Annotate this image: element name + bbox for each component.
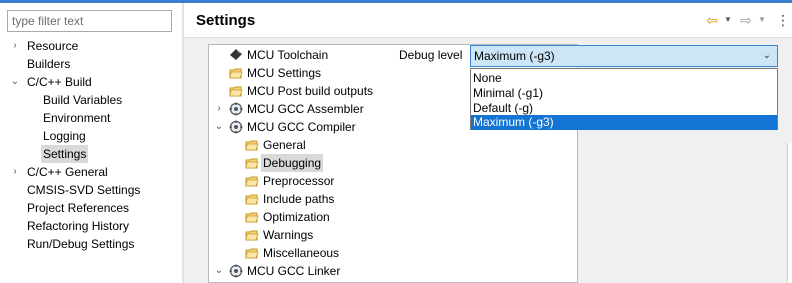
settings-folder-icon [245,212,259,223]
more-menu-icon[interactable]: ⋮ [776,12,790,28]
settings-folder-icon [229,86,243,97]
tool-gear-icon [229,102,243,116]
settings-folder-icon [245,140,259,151]
page-header: Settings ⇦ ▼ ⇨ ▼ ⋮ [184,3,792,38]
tree-item-label: MCU Settings [247,66,322,80]
tree-item-label: MCU GCC Compiler [247,120,356,134]
option-maximum[interactable]: Maximum (-g3) [471,115,777,130]
tree-item-label: MCU Post build outputs [247,84,374,98]
tree-item-label: MCU GCC Assembler [247,102,364,116]
settings-folder-icon [245,230,259,241]
settings-page: Settings ⇦ ▼ ⇨ ▼ ⋮ MCU Toolchain MCU Set… [184,3,792,283]
nav-item-refactoring-history[interactable]: Refactoring History [27,217,129,235]
debug-level-select[interactable]: Maximum (-g3) ⌄ [470,45,778,67]
debug-level-value: Maximum (-g3) [474,49,555,63]
forward-dropdown-icon[interactable]: ▼ [757,12,767,28]
nav-item-environment[interactable]: Environment [43,109,110,127]
tree-item-label: Warnings [263,228,314,242]
settings-folder-icon [245,248,259,259]
debug-level-dropdown: None Minimal (-g1) Default (-g) Maximum … [470,68,778,130]
back-dropdown-icon[interactable]: ▼ [723,12,733,28]
back-arrow-icon[interactable]: ⇦ [704,12,720,28]
collapse-compiler-icon[interactable]: ⌄ [214,118,224,136]
property-nav-pane: › Resource Builders ⌄ C/C++ Build Build … [0,3,182,283]
expand-assembler-icon[interactable]: › [214,100,224,118]
collapse-linker-icon[interactable]: ⌄ [214,262,224,280]
nav-item-logging[interactable]: Logging [43,127,86,145]
nav-item-cpp-general[interactable]: C/C++ General [27,163,108,181]
nav-item-cpp-build[interactable]: C/C++ Build [27,73,92,91]
expand-resource-icon[interactable]: › [10,37,20,55]
tree-item-label: Preprocessor [263,174,335,188]
tree-item-label: MCU Toolchain [247,48,329,62]
toolchain-icon [230,49,242,60]
tool-gear-icon [229,264,243,278]
nav-item-resource[interactable]: Resource [27,37,78,55]
tree-item-label: Debugging [261,154,324,172]
forward-arrow-icon[interactable]: ⇨ [738,12,754,28]
options-scrollbar[interactable] [787,143,792,283]
option-none[interactable]: None [471,71,777,86]
tree-item-label: Optimization [263,210,330,224]
chevron-down-icon[interactable]: ⌄ [763,46,771,66]
nav-item-build-variables[interactable]: Build Variables [43,91,122,109]
nav-item-settings[interactable]: Settings [41,145,89,163]
tree-item-label: General [263,138,306,152]
tool-gear-icon [229,120,243,134]
option-minimal[interactable]: Minimal (-g1) [471,86,777,101]
option-default[interactable]: Default (-g) [471,101,777,116]
settings-folder-icon [245,194,259,205]
nav-item-builders[interactable]: Builders [27,55,70,73]
nav-item-run-debug[interactable]: Run/Debug Settings [27,235,134,253]
settings-folder-icon [245,158,259,169]
collapse-build-icon[interactable]: ⌄ [10,73,20,91]
filter-input[interactable] [7,10,172,32]
settings-folder-icon [245,176,259,187]
nav-item-project-references[interactable]: Project References [27,199,129,217]
page-title: Settings [196,12,256,29]
nav-item-cmsis-svd[interactable]: CMSIS-SVD Settings [27,181,140,199]
tree-item-label: Miscellaneous [263,246,340,260]
debug-level-label: Debug level [399,48,463,62]
tree-item-label: Include paths [263,192,335,206]
settings-folder-icon [229,68,243,79]
tree-item-label: MCU GCC Linker [247,264,341,278]
expand-general-icon[interactable]: › [10,163,20,181]
